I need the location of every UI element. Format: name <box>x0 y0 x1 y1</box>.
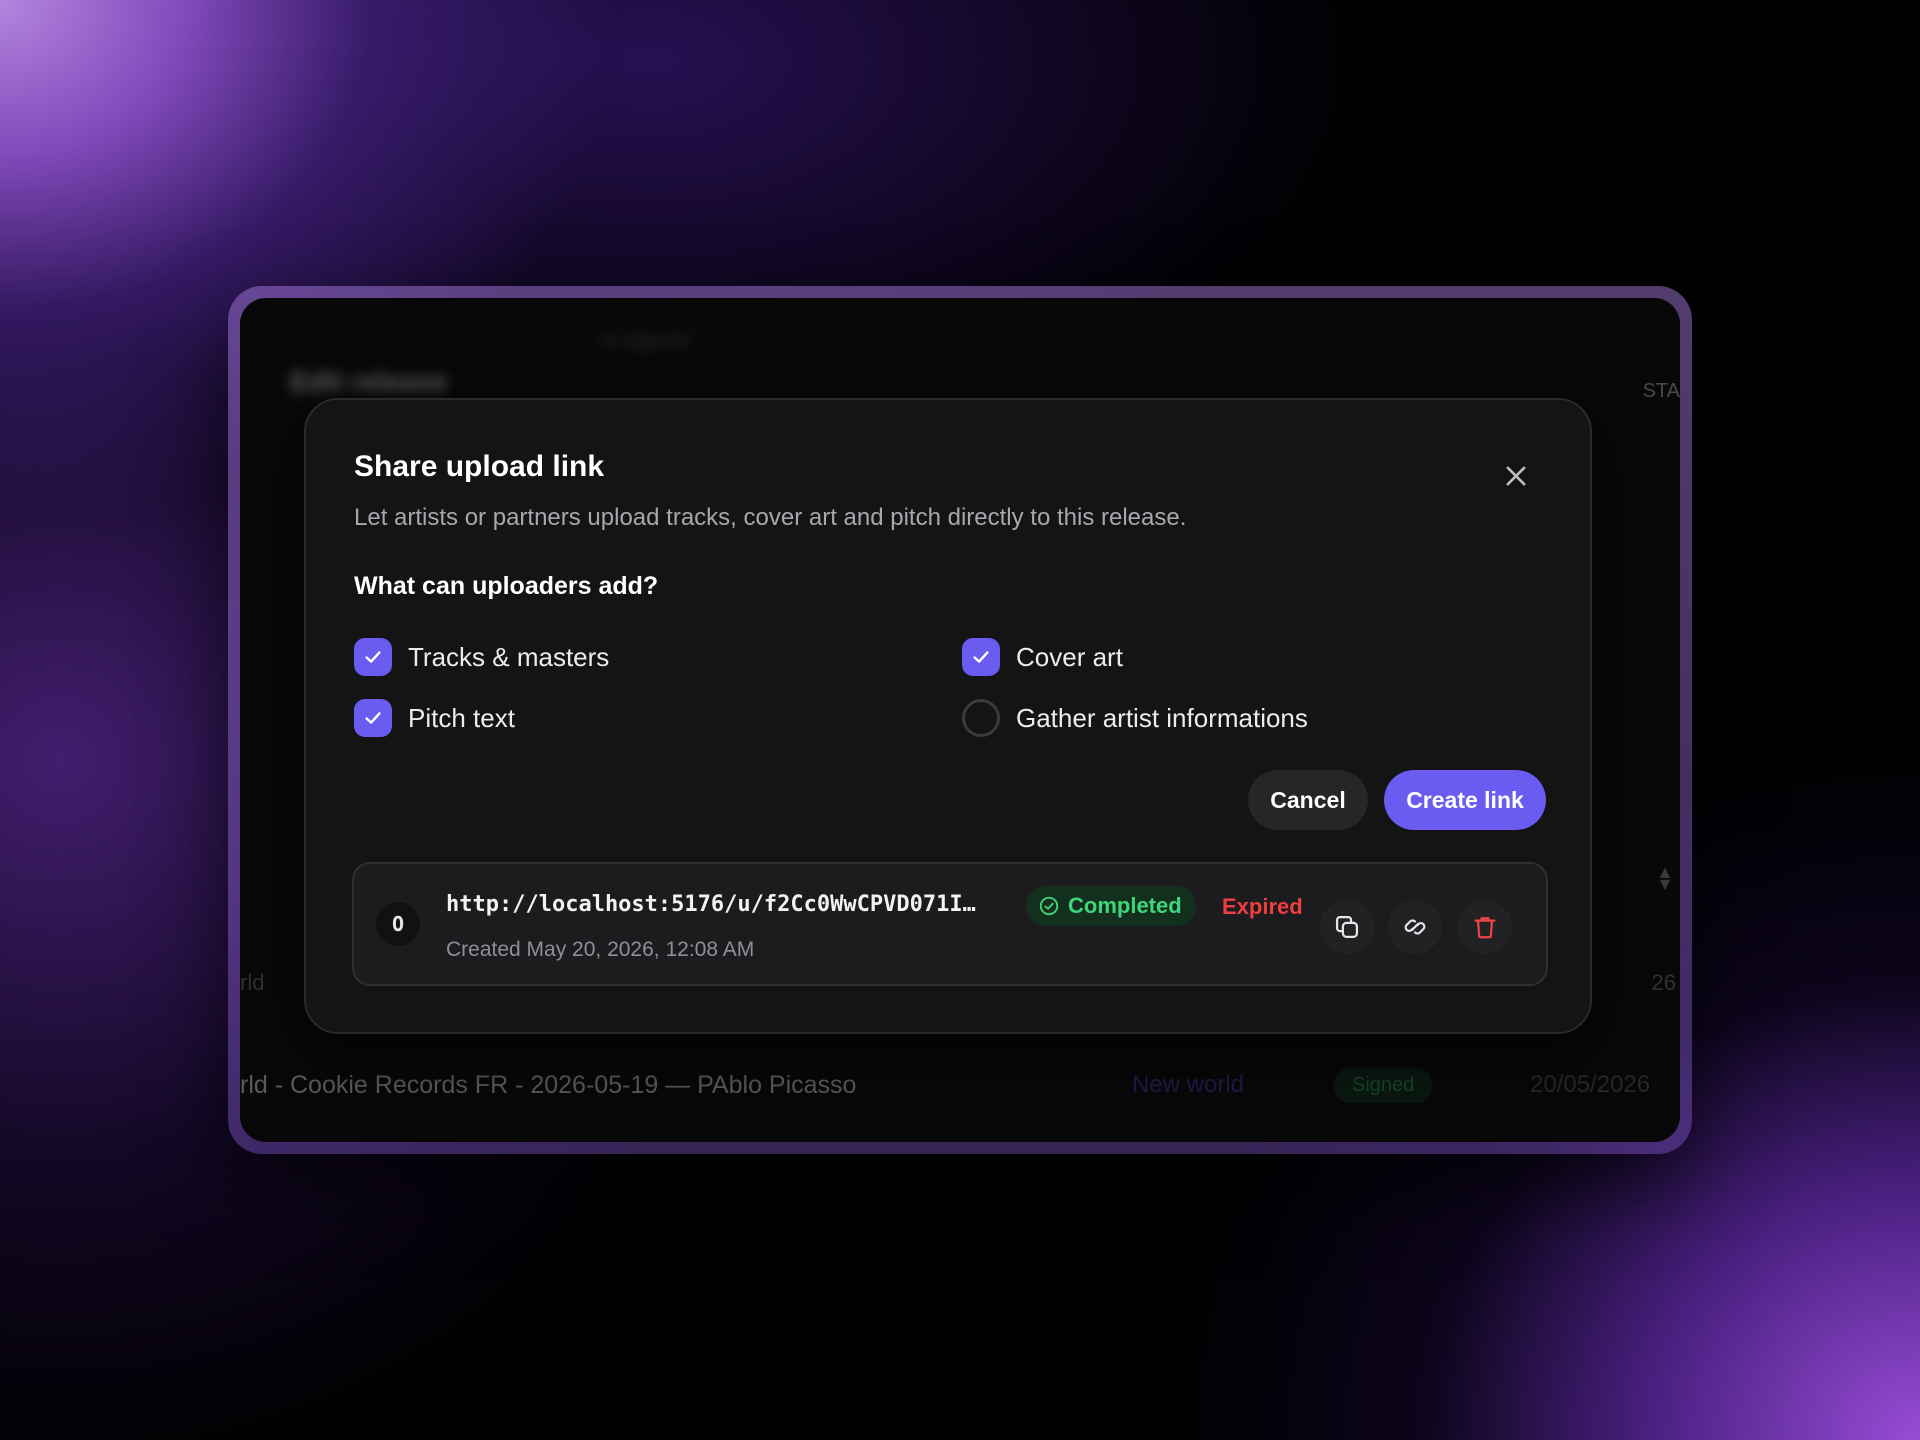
check-icon <box>365 712 381 724</box>
checkbox-cover-art[interactable] <box>962 638 1000 676</box>
modal-description: Let artists or partners upload tracks, c… <box>354 504 1187 531</box>
delete-link-button[interactable] <box>1458 900 1512 954</box>
upload-link-item: O http://localhost:5176/u/f2Cc0WwCPVD071… <box>352 862 1548 986</box>
check-circle-icon <box>1039 896 1059 916</box>
open-link-button[interactable] <box>1388 900 1442 954</box>
link-url[interactable]: http://localhost:5176/u/f2Cc0WwCPVD071I… <box>446 892 976 917</box>
link-icon <box>1404 919 1426 935</box>
cancel-button[interactable]: Cancel <box>1248 770 1368 830</box>
option-label: Pitch text <box>408 702 515 733</box>
create-link-button[interactable]: Create link <box>1384 770 1546 830</box>
trash-icon <box>1474 917 1496 939</box>
checkbox-tracks-masters[interactable] <box>354 638 392 676</box>
option-pitch-text[interactable]: Pitch text <box>354 699 515 737</box>
option-label: Cover art <box>1016 641 1123 672</box>
option-label: Gather artist informations <box>1016 702 1308 733</box>
status-badge-completed: Completed <box>1026 886 1196 926</box>
close-icon <box>1506 466 1526 486</box>
option-gather-artist-informations[interactable]: Gather artist informations <box>962 699 1308 737</box>
copy-icon <box>1335 915 1359 939</box>
checkbox-gather-artist-informations[interactable] <box>962 699 1000 737</box>
checkbox-pitch-text[interactable] <box>354 699 392 737</box>
avatar: O <box>376 902 420 946</box>
status-expired: Expired <box>1222 894 1303 919</box>
link-created-date: Created May 20, 2026, 12:08 AM <box>446 938 755 961</box>
option-tracks-masters[interactable]: Tracks & masters <box>354 638 609 676</box>
option-cover-art[interactable]: Cover art <box>962 638 1123 676</box>
share-upload-link-modal: Share upload link Let artists or partner… <box>304 398 1592 1034</box>
modal-title: Share upload link <box>354 450 605 483</box>
status-completed-label: Completed <box>1068 893 1182 918</box>
check-icon <box>973 651 989 663</box>
copy-link-button[interactable] <box>1320 900 1374 954</box>
section-title: What can uploaders add? <box>354 572 659 600</box>
option-label: Tracks & masters <box>408 641 610 672</box>
close-button[interactable] <box>1502 462 1530 490</box>
check-icon <box>365 651 381 663</box>
